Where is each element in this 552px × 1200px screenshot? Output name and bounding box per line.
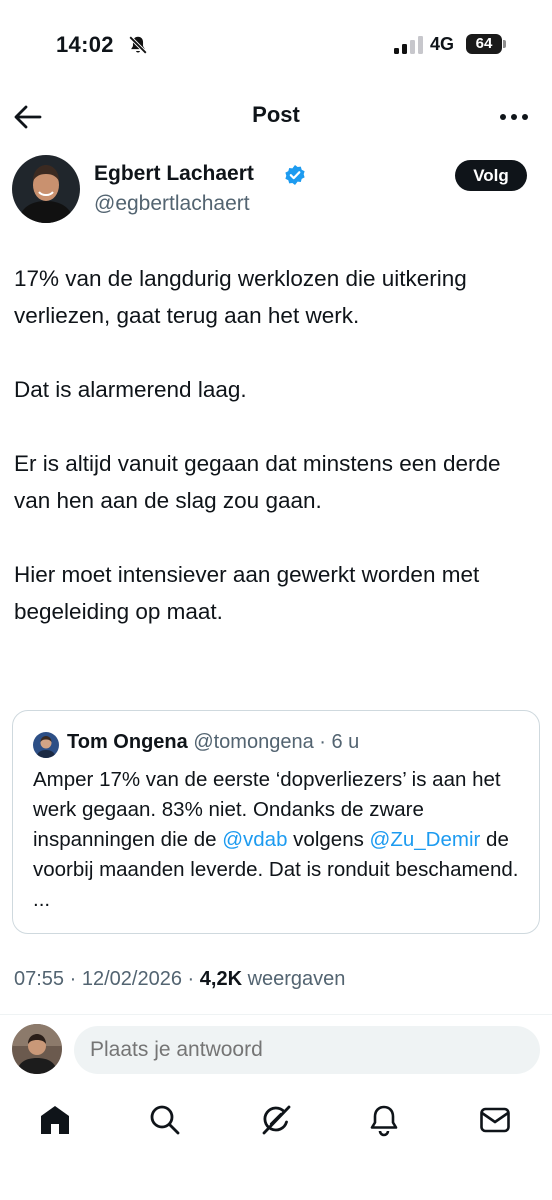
home-icon[interactable] bbox=[37, 1102, 73, 1138]
status-time: 14:02 bbox=[56, 32, 114, 57]
bell-slash-icon bbox=[128, 35, 148, 55]
meta-separator: · bbox=[187, 968, 195, 990]
post-header: Post bbox=[0, 90, 552, 144]
quote-header: Tom Ongena @tomongena · 6 u bbox=[67, 731, 359, 754]
quote-text: Amper 17% van de eerste ‘dopverliezers’ … bbox=[33, 765, 527, 915]
post-time: 07:55 bbox=[14, 968, 65, 990]
current-user-avatar bbox=[12, 1024, 62, 1074]
post-paragraph: Dat is alarmerend laag. bbox=[14, 377, 247, 402]
messages-icon[interactable] bbox=[477, 1102, 513, 1138]
page-title: Post bbox=[252, 102, 300, 127]
quote-author-handle: @tomongena bbox=[193, 731, 314, 753]
mention-link-zu-demir[interactable]: @Zu_Demir bbox=[370, 828, 481, 851]
quote-age: 6 u bbox=[331, 731, 360, 753]
post-text: 17% van de langdurig werklozen die uitke… bbox=[14, 260, 540, 630]
quote-separator: · bbox=[319, 731, 326, 753]
post-meta: 07:55 · 12/02/2026 · 4,2K weergaven bbox=[14, 968, 345, 991]
signal-icon bbox=[394, 36, 423, 54]
divider bbox=[0, 1014, 552, 1015]
quote-author-avatar bbox=[33, 732, 59, 758]
grok-icon[interactable] bbox=[258, 1102, 294, 1138]
battery-tip bbox=[503, 40, 506, 48]
home-indicator bbox=[0, 1180, 552, 1200]
notifications-icon[interactable] bbox=[366, 1102, 402, 1138]
author-name[interactable]: Egbert Lachaert bbox=[94, 162, 254, 186]
status-bar: 14:02 4G 64 bbox=[0, 0, 552, 90]
author-avatar[interactable] bbox=[12, 155, 80, 223]
post-paragraph: 17% van de langdurig werklozen die uitke… bbox=[14, 266, 467, 328]
quoted-post-card[interactable]: Tom Ongena @tomongena · 6 u Amper 17% va… bbox=[12, 710, 540, 934]
battery-level: 64 bbox=[466, 34, 502, 54]
bottom-tab-bar bbox=[0, 1090, 552, 1150]
meta-separator: · bbox=[69, 968, 77, 990]
reply-input[interactable] bbox=[74, 1026, 540, 1074]
author-handle[interactable]: @egbertlachaert bbox=[94, 192, 250, 216]
views-count[interactable]: 4,2K bbox=[200, 968, 242, 990]
network-type: 4G bbox=[430, 34, 455, 54]
post-paragraph: Hier moet intensiever aan gewerkt worden… bbox=[14, 562, 480, 624]
quote-author-name: Tom Ongena bbox=[67, 731, 188, 753]
post-paragraph: Er is altijd vanuit gegaan dat minstens … bbox=[14, 451, 501, 513]
more-options-icon[interactable] bbox=[496, 102, 532, 132]
follow-button[interactable]: Volg bbox=[455, 160, 527, 191]
post-date: 12/02/2026 bbox=[81, 968, 182, 990]
mention-link-vdab[interactable]: @vdab bbox=[222, 828, 287, 851]
quote-text-part: volgens bbox=[287, 828, 370, 851]
verified-badge-icon bbox=[285, 165, 305, 185]
views-label: weergaven bbox=[247, 968, 346, 990]
search-icon[interactable] bbox=[147, 1102, 183, 1138]
